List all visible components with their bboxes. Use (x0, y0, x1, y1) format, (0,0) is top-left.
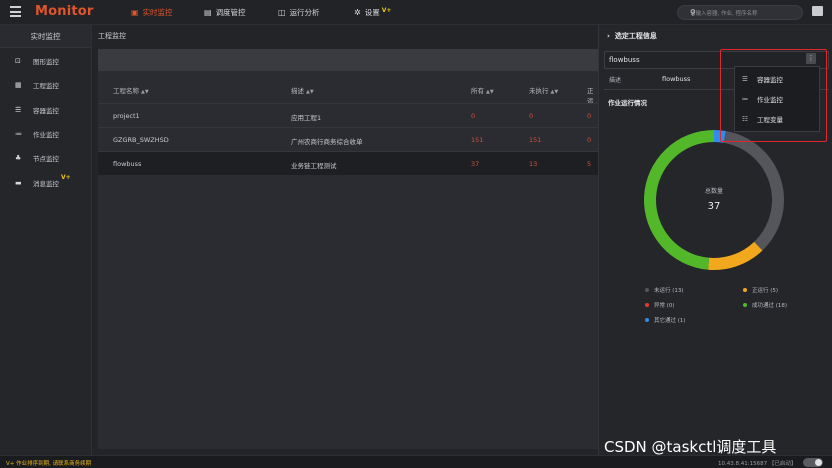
sidebar-item-project-monitor[interactable]: ▦ 工程监控 (0, 78, 92, 92)
donut-center-value: 37 (708, 201, 721, 212)
sort-icon: ▲▼ (306, 89, 314, 95)
table-toolbar (98, 49, 602, 71)
legend-item[interactable]: 成功通过 (18) (743, 301, 787, 309)
sidebar-item-job-monitor[interactable]: ≔ 作业监控 (0, 127, 92, 141)
calendar-icon: ▤ (204, 8, 212, 17)
legend-item[interactable]: 异常 (0) (645, 301, 675, 309)
nav-settings[interactable]: ✲ 设置 V+ (354, 0, 391, 25)
legend-item[interactable]: 其它通过 (1) (645, 316, 686, 324)
chart-monitor-icon: ⊡ (15, 57, 21, 65)
job-status-title: 作业运行情况 (608, 99, 647, 107)
sidebar-item-container-monitor[interactable]: ☰ 容器监控 (0, 103, 92, 117)
col-header-running[interactable]: 正运 (587, 85, 598, 105)
status-toggle[interactable] (803, 458, 823, 467)
col-header-desc[interactable]: 描述 ▲▼ (291, 85, 314, 95)
chevron-right-icon: › (607, 32, 610, 40)
sidebar: 实时监控 ⊡ 图形监控 ▦ 工程监控 ☰ 容器监控 ≔ 作业监控 ♣ 节点监控 … (0, 25, 92, 455)
highlight-box (720, 49, 827, 142)
donut-segment-1[interactable] (708, 241, 763, 270)
legend-item[interactable]: 未运行 (13) (645, 286, 684, 294)
legend-dot (743, 303, 747, 307)
container-icon: ☰ (15, 106, 22, 114)
legend-dot (645, 318, 649, 322)
message-icon: ▬ (15, 179, 22, 187)
gear-icon: ✲ (354, 8, 361, 17)
project-icon: ▦ (15, 81, 22, 89)
sidebar-item-graph-monitor[interactable]: ⊡ 图形监控 (0, 54, 92, 68)
sort-icon: ▲▼ (486, 89, 494, 95)
monitor-icon: ▣ (131, 8, 139, 17)
donut-segment-0[interactable] (723, 131, 784, 251)
chat-icon[interactable] (812, 6, 823, 16)
col-header-name[interactable]: 工程名称 ▲▼ (113, 85, 149, 95)
donut-segment-3[interactable] (643, 130, 714, 270)
app-logo: Monitor (35, 4, 94, 19)
server-status: 10.43.8.41:15687 【已启动】 (718, 461, 797, 467)
sort-icon: ▲▼ (550, 89, 559, 95)
col-header-pending[interactable]: 未执行 ▲▼ (529, 85, 558, 95)
nav-schedule-control[interactable]: ▤ 调度管控 (204, 0, 246, 25)
breadcrumb: 工程监控 (98, 32, 126, 40)
nav-realtime-monitor[interactable]: ▣ 实时监控 (131, 0, 173, 25)
watermark: CSDN @taskctl调度工具 (604, 438, 777, 456)
sort-icon: ▲▼ (141, 89, 149, 95)
legend-dot (645, 303, 649, 307)
sidebar-item-message-monitor[interactable]: ▬ 消息监控 V+ (0, 174, 92, 190)
donut-center-label: 总数量 (705, 187, 723, 195)
table-row[interactable]: GZGRB_SWZHSD 广州农商行商务综合收单 151 151 0 (98, 127, 602, 151)
analysis-icon: ◫ (278, 8, 286, 17)
table-row-selected[interactable]: flowbuss 业务链工程测试 37 13 5 (98, 151, 602, 175)
nav-run-analysis[interactable]: ◫ 运行分析 (278, 0, 320, 25)
sidebar-title: 实时监控 (0, 25, 91, 48)
col-header-all[interactable]: 所有 ▲▼ (471, 85, 494, 95)
search-icon[interactable]: ⚲ (690, 8, 797, 17)
legend-item[interactable]: 正运行 (5) (743, 286, 778, 294)
vip-badge: V+ (381, 7, 392, 14)
node-tree-icon: ♣ (15, 154, 22, 162)
search-input[interactable]: 请输入容器, 作业, 程序名称 ⚲ (677, 5, 803, 20)
sidebar-item-node-monitor[interactable]: ♣ 节点监控 (0, 151, 92, 165)
vip-badge: V+ (61, 174, 71, 181)
legend-dot (645, 288, 649, 292)
license-notice: V+ 作业排序到期, 请联系商务续期 (6, 461, 92, 467)
panel-title[interactable]: › 选定工程信息 (607, 31, 657, 41)
top-bar: Monitor ▣ 实时监控 ▤ 调度管控 ◫ 运行分析 ✲ 设置 V+ 请输入… (0, 0, 832, 25)
job-status-donut-chart: 总数量 37 (643, 130, 784, 270)
legend-dot (743, 288, 747, 292)
job-list-icon: ≔ (15, 130, 22, 138)
hamburger-menu-icon[interactable] (10, 6, 21, 18)
desc-value: flowbuss (662, 75, 691, 83)
table-row[interactable]: project1 应用工程1 0 0 0 (98, 103, 602, 127)
main-content: 工程监控 工程名称 ▲▼ 描述 ▲▼ 所有 ▲▼ 未执行 ▲▼ 正运 project1 … (92, 25, 602, 455)
desc-label: 描述 (609, 77, 622, 84)
